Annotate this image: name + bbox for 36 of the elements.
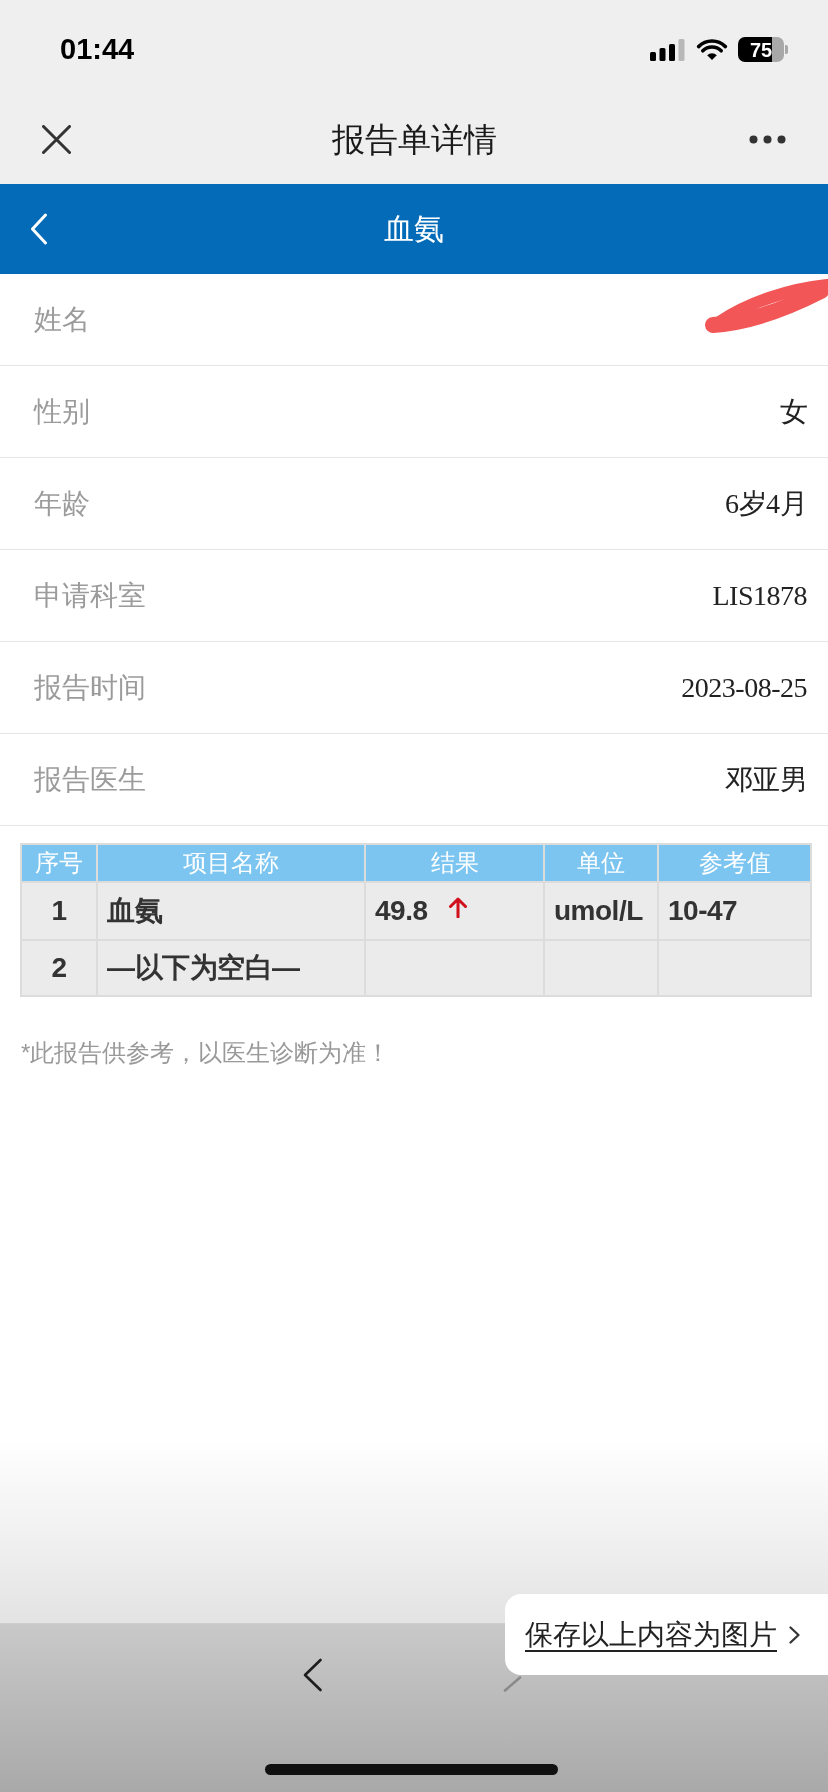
back-chevron-icon[interactable] [302, 1658, 323, 1692]
column-header: 项目名称 [97, 844, 365, 882]
field-value: LIS1878 [712, 581, 807, 610]
page-title: 报告单详情 [331, 123, 497, 156]
table-cell: 血氨 [97, 882, 365, 940]
back-icon[interactable] [30, 213, 48, 245]
field-label: 年龄 [34, 489, 90, 518]
field-value: 女 [779, 397, 807, 426]
table-cell: 2 [21, 940, 97, 996]
battery-percentage: 75 [749, 39, 773, 60]
wifi-icon [696, 38, 728, 61]
table-cell: —以下为空白— [97, 940, 365, 996]
chevron-right-icon [789, 1625, 800, 1644]
field-value: 邓亚男 [724, 765, 807, 794]
field-label: 报告时间 [34, 673, 146, 702]
section-title: 血氨 [384, 214, 444, 244]
status-time: 01:44 [60, 35, 135, 64]
column-header: 结果 [365, 844, 544, 882]
field-label: 申请科室 [34, 581, 146, 610]
field-label: 姓名 [34, 305, 90, 334]
save-as-image-button[interactable]: 保存以上内容为图片 [505, 1594, 828, 1675]
table-cell: 10-47 [658, 882, 811, 940]
field-value: 2023-08-25 [681, 673, 807, 702]
disclaimer-note: *此报告供参考，以医生诊断为准！ [21, 1041, 391, 1065]
column-header: 序号 [21, 844, 97, 882]
signal-icon [650, 38, 686, 61]
close-icon[interactable] [42, 125, 71, 154]
table-cell: umol/L [544, 882, 658, 940]
field-value: 6岁4月 [725, 489, 807, 518]
column-header: 参考值 [658, 844, 811, 882]
table-cell: 1 [21, 882, 97, 940]
more-options-icon[interactable] [749, 135, 786, 144]
column-header: 单位 [544, 844, 658, 882]
result-value: 49.8 [375, 897, 428, 925]
field-label: 性别 [34, 397, 90, 426]
field-label: 报告医生 [34, 765, 146, 794]
